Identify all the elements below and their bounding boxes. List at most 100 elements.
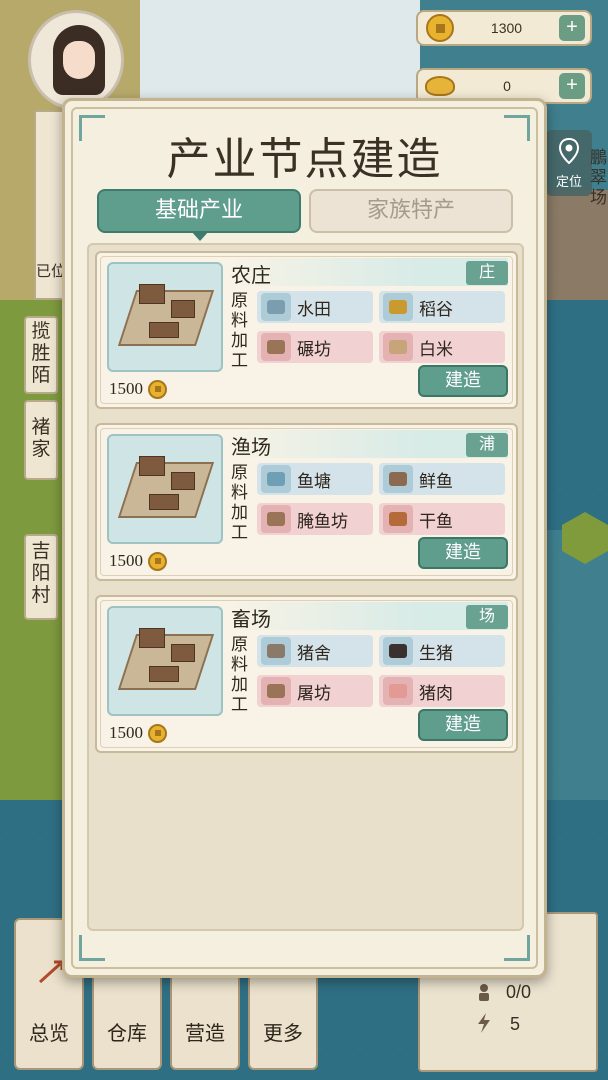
locate-label: 定位 [555,174,582,189]
industry-list[interactable]: 农庄 庄 原料 加工 水田 稻谷 碾坊 白米 1500 建造 渔场 浦 原料 加… [87,243,524,931]
raw-item: 鲜鱼 [379,463,505,495]
dialog-title: 产业节点建造 [166,134,443,185]
raw-material-label: 原料 [231,291,248,331]
rice-sack-icon [383,333,413,361]
cost-value: 1500 [109,723,143,742]
industry-card-livestock: 畜场 场 原料 加工 猪舍 生猪 屠坊 猪肉 1500 建造 [95,595,518,753]
copper-coin-icon [148,723,167,743]
raw-item: 猪舍 [257,635,373,667]
cost-value: 1500 [109,379,143,398]
item-label: 鲜鱼 [419,471,453,492]
side-button-label: 揽胜陌 [31,320,51,386]
build-cost: 1500 [109,551,167,571]
build-cost: 1500 [109,379,167,399]
industry-name: 渔场 [231,435,271,459]
item-label: 白米 [419,339,453,360]
item-label: 屠坊 [297,683,331,704]
processing-label: 加工 [231,675,248,715]
side-info-card: 已位 [34,110,66,300]
person-icon [479,984,489,1001]
raw-material-label: 原料 [231,635,248,675]
process-item: 白米 [379,331,505,363]
side-button-lansheng[interactable]: 揽胜陌 [24,316,58,394]
salting-workshop-icon [261,505,291,533]
locate-button[interactable]: 定位 [546,130,592,196]
more-label: 更多 [263,1021,303,1045]
right-map-label: 鵬翠场 [590,148,607,208]
avatar-face [63,41,95,79]
process-item: 屠坊 [257,675,373,707]
raw-material-label: 原料 [231,463,248,503]
build-cost: 1500 [109,723,167,743]
cost-value: 1500 [109,551,143,570]
build-fishery-button[interactable]: 建造 [418,537,508,569]
add-gold-button[interactable]: + [559,73,585,99]
thumbnail-building [171,644,195,662]
copper-coin-icon [426,14,454,42]
gold-value: 0 [503,78,511,94]
overview-label: 总览 [29,1021,69,1045]
fresh-fish-icon [383,465,413,493]
process-item: 碾坊 [257,331,373,363]
thumbnail-building [139,456,165,476]
lightning-icon [478,1013,490,1033]
item-label: 水田 [297,299,331,320]
item-label: 生猪 [419,643,453,664]
farm-thumbnail [107,262,223,372]
thumbnail-building [139,284,165,304]
thumbnail-building [171,300,195,318]
add-copper-button[interactable]: + [559,15,585,41]
gold-ingot-icon [425,76,455,96]
raw-item: 稻谷 [379,291,505,323]
character-avatar[interactable] [28,10,124,110]
copper-coin-icon [148,551,167,571]
build-nav-label: 营造 [185,1021,225,1045]
build-livestock-button[interactable]: 建造 [418,709,508,741]
side-button-jiyang[interactable]: 吉阳村 [24,534,58,620]
thumbnail-building [149,322,179,338]
livestock-thumbnail [107,606,223,716]
industry-tag: 庄 [466,261,508,285]
industry-build-dialog: 产业节点建造 基础产业 家族特产 农庄 庄 原料 加工 水田 稻谷 碾坊 白米 … [62,98,547,978]
raw-item: 水田 [257,291,373,323]
raw-item: 生猪 [379,635,505,667]
process-item: 腌鱼坊 [257,503,373,535]
process-item: 猪肉 [379,675,505,707]
corner-ornament [79,935,105,961]
processing-label: 加工 [231,503,248,543]
pork-icon [383,677,413,705]
process-item: 干鱼 [379,503,505,535]
item-label: 鱼塘 [297,471,331,492]
tab-basic-industry[interactable]: 基础产业 [97,189,301,241]
item-label: 腌鱼坊 [297,511,348,532]
paddy-field-icon [261,293,291,321]
industry-tag: 浦 [466,433,508,457]
item-label: 猪舍 [297,643,331,664]
thumbnail-building [149,494,179,510]
industry-card-farm: 农庄 庄 原料 加工 水田 稻谷 碾坊 白米 1500 建造 [95,251,518,409]
tab-family-specialty[interactable]: 家族特产 [309,189,513,233]
fish-pond-icon [261,465,291,493]
copper-resource-bar: 1300 + [416,10,592,46]
butchery-icon [261,677,291,705]
side-button-label: 褚家 [31,416,51,460]
warehouse-label: 仓库 [107,1021,147,1045]
item-label: 碾坊 [297,339,331,360]
side-button-label: 吉阳村 [31,540,51,606]
industry-card-fishery: 渔场 浦 原料 加工 鱼塘 鲜鱼 腌鱼坊 干鱼 1500 建造 [95,423,518,581]
item-label: 稻谷 [419,299,453,320]
dried-fish-icon [383,505,413,533]
industry-tag: 场 [466,605,508,629]
thumbnail-building [139,628,165,648]
copper-coin-icon [148,379,167,399]
raw-item: 鱼塘 [257,463,373,495]
side-button-chu[interactable]: 褚家 [24,400,58,480]
industry-name: 农庄 [231,263,271,287]
pigsty-icon [261,637,291,665]
pig-icon [383,637,413,665]
industry-name: 畜场 [231,607,271,631]
location-pin-icon [558,137,580,165]
build-farm-button[interactable]: 建造 [418,365,508,397]
thumbnail-building [149,666,179,682]
energy-value: 5 [510,1014,521,1034]
